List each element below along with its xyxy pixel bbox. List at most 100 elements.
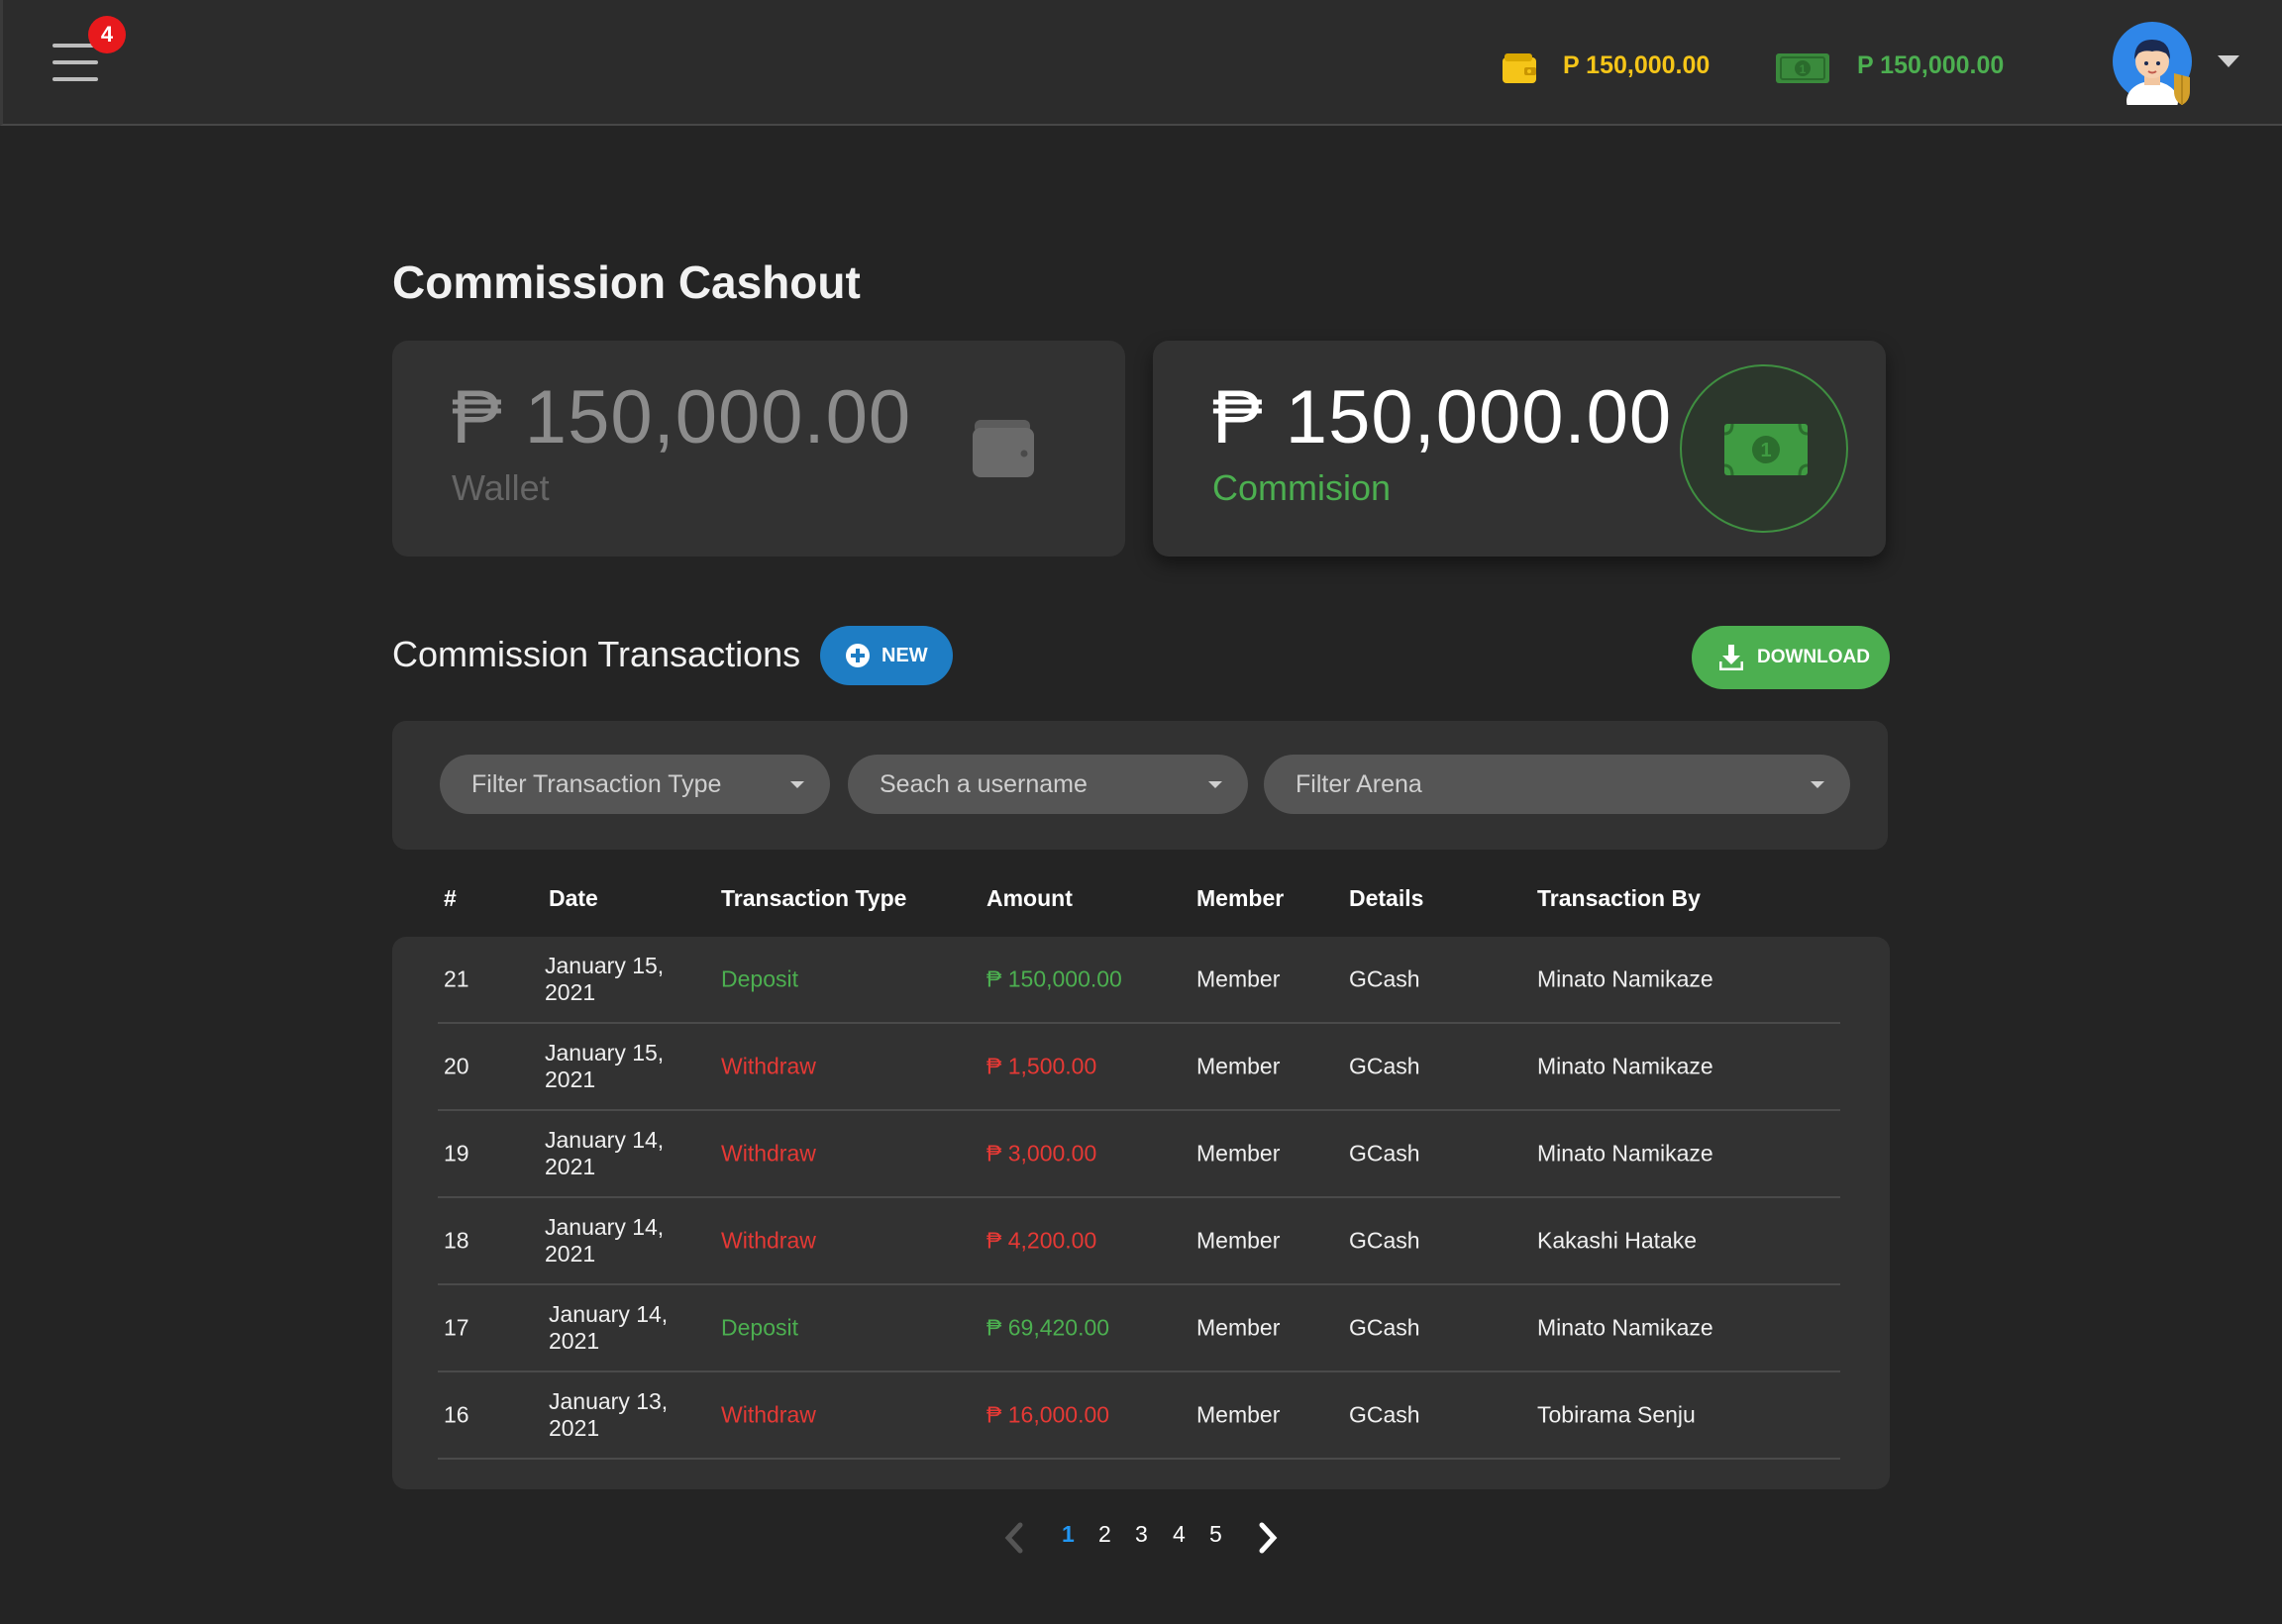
- chevron-down-icon: [1811, 781, 1824, 788]
- cell-transaction-by: Minato Namikaze: [1537, 1053, 1713, 1079]
- transactions-table: 21 January 15, 2021 Deposit ₱ 150,000.00…: [392, 937, 1890, 1489]
- menu-button[interactable]: [52, 44, 100, 83]
- cell-type: Deposit: [721, 1314, 798, 1341]
- page-3-link[interactable]: 3: [1135, 1521, 1148, 1548]
- transactions-title: Commission Transactions: [392, 634, 801, 674]
- page-2-link[interactable]: 2: [1098, 1521, 1111, 1548]
- page-title: Commission Cashout: [392, 256, 861, 308]
- top-bar: 4 P 150,000.00 1 P 150,000.00: [0, 0, 2282, 126]
- cell-member: Member: [1196, 965, 1281, 992]
- cell-member: Member: [1196, 1140, 1281, 1167]
- cash-icon-circle: 1: [1680, 364, 1848, 533]
- cell-member: Member: [1196, 1227, 1281, 1254]
- cell-member: Member: [1196, 1401, 1281, 1428]
- cell-transaction-by: Minato Namikaze: [1537, 965, 1713, 992]
- cell-id: 19: [444, 1140, 469, 1167]
- cell-id: 16: [444, 1401, 469, 1428]
- page-1-link[interactable]: 1: [1062, 1521, 1075, 1548]
- cell-member: Member: [1196, 1053, 1281, 1079]
- wallet-icon: [1503, 53, 1536, 83]
- table-row[interactable]: 19 January 14, 2021 Withdraw ₱ 3,000.00 …: [438, 1111, 1840, 1198]
- chevron-left-icon[interactable]: [1000, 1521, 1028, 1555]
- column-header-type: Transaction Type: [721, 885, 907, 911]
- cell-type: Withdraw: [721, 1227, 816, 1254]
- arena-filter-placeholder: Filter Arena: [1296, 769, 1422, 798]
- column-header-amount: Amount: [986, 885, 1073, 911]
- username-search-placeholder: Seach a username: [880, 769, 1088, 798]
- column-header-date: Date: [549, 885, 598, 911]
- cell-transaction-by: Minato Namikaze: [1537, 1314, 1713, 1341]
- wallet-balance: P 150,000.00: [1563, 51, 1711, 79]
- column-header-transaction-by: Transaction By: [1537, 885, 1701, 911]
- cell-type: Withdraw: [721, 1140, 816, 1167]
- commission-card: ₱ 150,000.00 Commision 1: [1153, 341, 1886, 557]
- cell-member: Member: [1196, 1314, 1281, 1341]
- transaction-type-filter[interactable]: Filter Transaction Type: [440, 755, 830, 814]
- cell-type: Deposit: [721, 965, 798, 992]
- cell-id: 21: [444, 965, 469, 992]
- cell-amount: ₱ 1,500.00: [986, 1053, 1097, 1079]
- svg-text:1: 1: [1760, 440, 1771, 461]
- table-row[interactable]: 17 January 14, 2021 Deposit ₱ 69,420.00 …: [438, 1285, 1840, 1372]
- cell-details: GCash: [1349, 1140, 1420, 1167]
- wallet-icon: [973, 420, 1034, 477]
- table-row[interactable]: 16 January 13, 2021 Withdraw ₱ 16,000.00…: [438, 1372, 1840, 1460]
- cell-transaction-by: Kakashi Hatake: [1537, 1227, 1698, 1254]
- cell-type: Withdraw: [721, 1401, 816, 1428]
- new-transaction-button[interactable]: NEW: [820, 626, 953, 685]
- cell-amount: ₱ 3,000.00: [986, 1140, 1097, 1167]
- cell-id: 20: [444, 1053, 469, 1079]
- cell-date: January 15, 2021: [545, 1040, 665, 1092]
- username-search-input[interactable]: Seach a username: [848, 755, 1248, 814]
- cell-details: GCash: [1349, 1053, 1420, 1079]
- table-row[interactable]: 20 January 15, 2021 Withdraw ₱ 1,500.00 …: [438, 1024, 1840, 1111]
- chevron-right-icon[interactable]: [1254, 1521, 1282, 1555]
- commission-balance: P 150,000.00: [1857, 51, 2005, 79]
- download-button[interactable]: DOWNLOAD: [1692, 626, 1890, 689]
- page-4-link[interactable]: 4: [1173, 1521, 1186, 1548]
- cell-details: GCash: [1349, 1314, 1420, 1341]
- table-header: # Date Transaction Type Amount Member De…: [392, 881, 1890, 921]
- cash-icon: 1: [1776, 53, 1829, 83]
- column-header-id: #: [444, 885, 457, 911]
- cell-amount: ₱ 4,200.00: [986, 1227, 1097, 1254]
- chevron-down-icon: [1208, 781, 1222, 788]
- page-5-link[interactable]: 5: [1209, 1521, 1222, 1548]
- download-icon: [1719, 645, 1743, 670]
- notification-badge[interactable]: 4: [88, 16, 126, 53]
- wallet-amount: ₱ 150,000.00: [452, 375, 912, 459]
- cell-transaction-by: Minato Namikaze: [1537, 1140, 1713, 1167]
- profile-dropdown-caret[interactable]: [2218, 55, 2239, 67]
- column-header-details: Details: [1349, 885, 1424, 911]
- cell-date: January 14, 2021: [545, 1214, 665, 1267]
- cell-id: 17: [444, 1314, 469, 1341]
- table-row[interactable]: 21 January 15, 2021 Deposit ₱ 150,000.00…: [438, 937, 1840, 1024]
- svg-text:1: 1: [1800, 62, 1807, 76]
- column-header-member: Member: [1196, 885, 1285, 911]
- cell-amount: ₱ 16,000.00: [986, 1401, 1110, 1428]
- cash-icon: 1: [1724, 424, 1808, 475]
- commission-amount: ₱ 150,000.00: [1212, 375, 1673, 459]
- filter-panel: Filter Transaction Type Seach a username…: [392, 721, 1888, 850]
- cell-transaction-by: Tobirama Senju: [1537, 1401, 1696, 1428]
- wallet-card: ₱ 150,000.00 Wallet: [392, 341, 1125, 557]
- cell-amount: ₱ 69,420.00: [986, 1314, 1110, 1341]
- user-avatar-icon[interactable]: [2113, 22, 2196, 105]
- pagination: 1 2 3 4 5: [990, 1517, 1307, 1557]
- table-row[interactable]: 18 January 14, 2021 Withdraw ₱ 4,200.00 …: [438, 1198, 1840, 1285]
- transaction-type-filter-placeholder: Filter Transaction Type: [471, 769, 722, 798]
- new-button-label: NEW: [882, 644, 928, 666]
- commission-label: Commision: [1212, 467, 1392, 508]
- cell-details: GCash: [1349, 965, 1420, 992]
- cell-date: January 13, 2021: [549, 1388, 669, 1441]
- cell-date: January 14, 2021: [545, 1127, 665, 1179]
- cell-details: GCash: [1349, 1227, 1420, 1254]
- cell-date: January 14, 2021: [549, 1301, 669, 1354]
- cell-type: Withdraw: [721, 1053, 816, 1079]
- chevron-down-icon: [790, 781, 804, 788]
- wallet-label: Wallet: [452, 467, 550, 508]
- arena-filter[interactable]: Filter Arena: [1264, 755, 1850, 814]
- cell-date: January 15, 2021: [545, 953, 665, 1005]
- cell-id: 18: [444, 1227, 469, 1254]
- cell-amount: ₱ 150,000.00: [986, 965, 1122, 992]
